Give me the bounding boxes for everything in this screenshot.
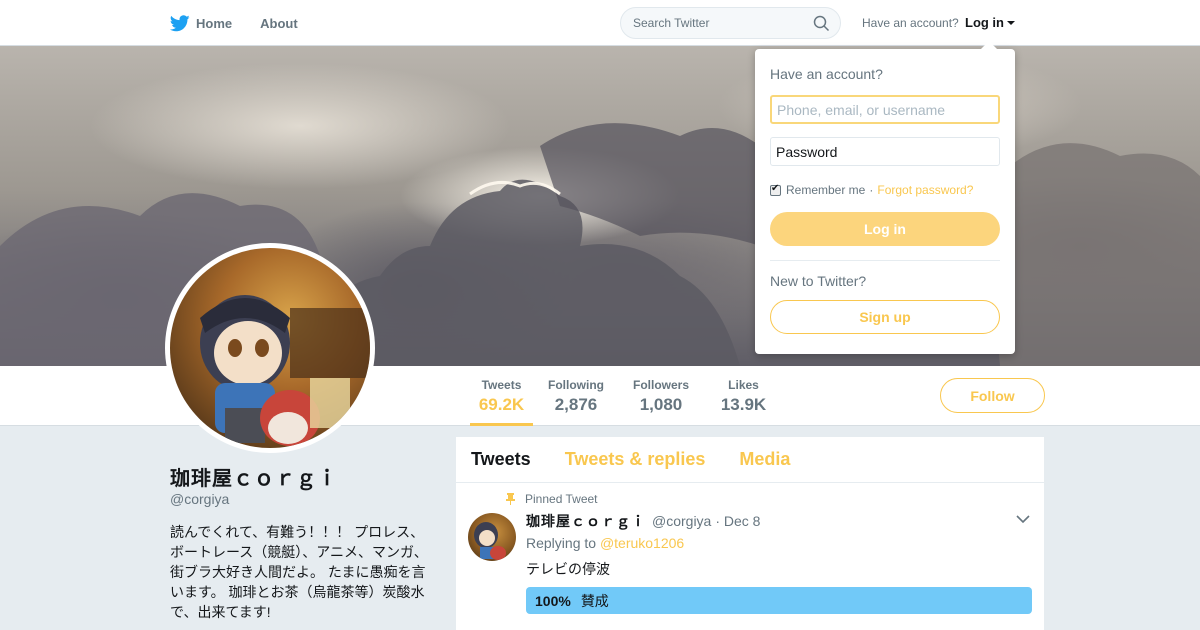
tab-tweets[interactable]: Tweets [471, 449, 531, 470]
nav-home-link[interactable]: Home [170, 14, 233, 32]
stat-followers-label: Followers [632, 378, 689, 392]
remember-me-row: Remember me · Forgot password? [770, 183, 973, 197]
stat-followers-value: 1,080 [639, 395, 683, 414]
poll-percent: 100% [535, 592, 571, 609]
avatar-plush-art [200, 295, 370, 446]
login-button[interactable]: Log in [770, 212, 1000, 246]
dropdown-divider [770, 260, 1000, 261]
login-menu-toggle[interactable]: Log in [965, 15, 1015, 30]
remember-separator: · [869, 183, 874, 197]
stat-tweets-label: Tweets [481, 378, 522, 392]
nav-about-label: About [260, 15, 298, 31]
tweet-avatar-art [474, 522, 506, 560]
replying-to: Replying to @teruko1206 [526, 535, 684, 551]
forgot-password-link[interactable]: Forgot password? [877, 183, 973, 197]
profile-name[interactable]: 珈琲屋ｃｏｒｇｉ [170, 462, 338, 491]
remember-me-label[interactable]: Remember me [786, 183, 865, 197]
tweet-text: テレビの停波 [526, 561, 610, 577]
stat-following-label: Following [548, 378, 604, 392]
remember-me-checkbox[interactable] [770, 183, 781, 196]
replying-to-link[interactable]: @teruko1206 [600, 535, 684, 551]
top-navigation-bar: Home About Have an account? Log in [0, 0, 1200, 46]
login-dropdown-title: Have an account? [770, 66, 883, 82]
tab-tweets-and-replies[interactable]: Tweets & replies [565, 449, 706, 470]
pinned-tweet-label: Pinned Tweet [506, 492, 598, 506]
stat-likes-value: 13.9K [720, 395, 767, 414]
profile-handle[interactable]: @corgiya [170, 491, 229, 507]
search-input[interactable] [633, 8, 813, 38]
password-field[interactable] [770, 137, 1000, 166]
nav-about-link[interactable]: About [260, 16, 298, 31]
have-account-text: Have an account? [862, 16, 959, 30]
replying-to-prefix: Replying to [526, 535, 597, 551]
search-icon[interactable] [813, 15, 830, 32]
tweet-timestamp[interactable]: · Dec 8 [715, 513, 760, 529]
twitter-bird-icon [170, 14, 190, 31]
timeline-tabs: Tweets Tweets & replies Media [456, 437, 1044, 483]
avatar-image [170, 248, 370, 448]
tweet-header: 珈琲屋ｃｏｒｇｉ @corgiya · Dec 8 [526, 511, 760, 531]
stat-likes-label: Likes [728, 378, 759, 392]
poll-result-bar: 100% 賛成 [526, 587, 1032, 614]
stat-tweets-value: 69.2K [478, 395, 525, 414]
caret-down-icon [1007, 20, 1015, 25]
profile-bio: 読んでくれて、有難う！！！ プロレス、ボートレース（競艇）、アニメ、マンガ、街ブ… [170, 524, 428, 620]
follow-button[interactable]: Follow [940, 378, 1045, 413]
tab-media[interactable]: Media [739, 449, 790, 470]
tweet-author-handle[interactable]: @corgiya [652, 513, 711, 529]
username-field[interactable] [770, 95, 1000, 124]
login-dropdown: Have an account? Remember me · Forgot pa… [755, 41, 1015, 354]
nav-home-label: Home [196, 15, 233, 31]
pin-icon [506, 493, 515, 505]
stat-tweets[interactable]: Tweets 69.2K [470, 378, 533, 426]
stat-following-value: 2,876 [554, 395, 598, 414]
search-box [620, 7, 841, 39]
new-to-twitter-text: New to Twitter? [770, 273, 867, 289]
profile-avatar[interactable] [165, 243, 375, 453]
tweet-author-name[interactable]: 珈琲屋ｃｏｒｇｉ [526, 511, 646, 531]
chevron-down-icon[interactable] [1016, 515, 1030, 524]
poll-option: 賛成 [580, 592, 609, 609]
stat-likes[interactable]: Likes 13.9K [716, 378, 771, 426]
timeline: Tweets Tweets & replies Media Pinned Twe… [456, 437, 1044, 630]
stat-followers[interactable]: Followers 1,080 [631, 378, 691, 426]
nav-left: Home About [170, 0, 326, 46]
tweet-avatar[interactable] [468, 513, 516, 561]
signup-button[interactable]: Sign up [770, 300, 1000, 334]
login-menu-label: Log in [965, 15, 1004, 30]
stat-following[interactable]: Following 2,876 [545, 378, 607, 426]
pinned-tweet-text: Pinned Tweet [525, 492, 598, 506]
